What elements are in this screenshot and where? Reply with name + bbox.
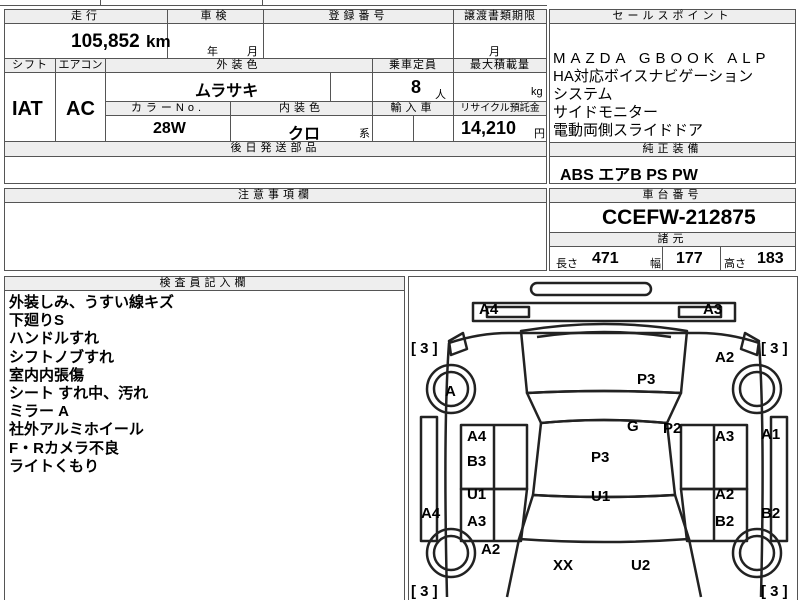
import-label: 輸入車 [372, 102, 453, 116]
transfer-month-unit: 月 [489, 46, 500, 58]
shift-label: シフト [5, 59, 55, 73]
code-left-rear-door-1: U1 [467, 486, 487, 503]
inspection-label: 車検 [167, 10, 263, 24]
chassis-number: CCEFW-212875 [602, 206, 756, 229]
sales-point-lines: MAZDA GBOOK ALP HA対応ボイスナビゲーション システム サイドモ… [553, 50, 771, 140]
code-windshield: G [627, 418, 639, 435]
tire-tread-fr-value: 3 [770, 340, 779, 357]
notes-box: 注意事項欄 [4, 188, 547, 271]
code-right-rocker: B2 [761, 505, 781, 522]
mileage-unit: km [146, 32, 171, 51]
recycle-unit: 円 [534, 128, 545, 140]
tire-tread-rl-value: 3 [420, 583, 429, 600]
color-no-label: カラーNo. [106, 102, 230, 116]
code-interior: U1 [591, 488, 611, 505]
inspector-line: 室内内張傷 [9, 366, 85, 384]
interior-color-suffix: 系 [359, 128, 370, 140]
inspector-line: シート すれ中、汚れ [9, 385, 149, 403]
standard-equipment-value: ABS エアB PS PW [560, 167, 698, 184]
inspector-label: 検査員記入欄 [5, 277, 404, 291]
inspector-line: F・Rカメラ不良 [9, 439, 119, 457]
code-fl-wheel: A [445, 383, 456, 400]
code-right-front-fender: A2 [715, 349, 735, 366]
sales-line: MAZDA GBOOK ALP [553, 50, 771, 67]
later-parts-label: 後日発送部品 [5, 142, 546, 156]
code-left-front-door-2: B3 [467, 453, 487, 470]
code-hood: P3 [637, 371, 656, 388]
inspection-month-unit: 月 [247, 46, 258, 58]
tire-tread-rr-value: 3 [770, 583, 779, 600]
registration-label: 登録番号 [263, 10, 453, 24]
code-left-rear-fender: A2 [481, 541, 501, 558]
recycle-label: リサイクル預託金 [453, 102, 546, 116]
code-right-rear-door-1: A2 [715, 486, 735, 503]
length-label: 長さ [556, 258, 578, 270]
code-front-right: A3 [703, 301, 723, 318]
sales-line: HA対応ボイスナビゲーション [553, 68, 754, 85]
mileage-label: 走行 [5, 10, 167, 24]
height-label: 高さ [724, 258, 746, 270]
recycle-value: 14,210 [461, 118, 517, 138]
capacity-value: 8 [411, 77, 422, 97]
code-right-side-panel: A1 [761, 426, 781, 443]
spec-table: 走行 車検 登録番号 譲渡書類期限 105,852 km 年 月 月 シフト エ… [4, 9, 547, 157]
max-load-unit: kg [531, 86, 543, 98]
color-no-value: 28W [153, 120, 186, 137]
code-roof: P3 [591, 449, 610, 466]
height-value: 183 [757, 250, 784, 267]
sales-line: 電動両側スライドドア [553, 122, 704, 139]
code-left-rocker: A4 [421, 505, 441, 522]
exterior-color-label: 外装色 [105, 59, 372, 73]
width-label: 幅 [650, 258, 661, 270]
mileage-value: 105,852 [71, 31, 140, 52]
chassis-box: 車台番号 CCEFW-212875 諸元 長さ 471 幅 177 高さ 183 [549, 188, 796, 271]
code-right-front-door: A3 [715, 428, 735, 445]
aircon-label: エアコン [55, 59, 105, 73]
tire-tread-rl: [ 3 ] [411, 583, 438, 600]
interior-color-label: 内装色 [230, 102, 372, 116]
code-left-rear-door-2: A3 [467, 513, 487, 530]
tire-tread-rr: [ 3 ] [761, 583, 788, 600]
tire-tread-fl-value: 3 [420, 340, 429, 357]
inspector-box: 検査員記入欄 外装しみ、うすい線キズ 下廻りS ハンドルすれ シフトノブすれ 室… [4, 276, 405, 600]
inspection-year-unit: 年 [207, 46, 218, 58]
sales-line: システム [553, 86, 613, 103]
transfer-deadline-label: 譲渡書類期限 [453, 10, 546, 24]
later-parts-value-area [4, 156, 547, 184]
inspector-line: 下廻りS [9, 312, 65, 330]
capacity-unit: 人 [435, 89, 446, 101]
max-load-label: 最大積載量 [453, 59, 546, 73]
code-left-front-door-1: A4 [467, 428, 487, 445]
code-rear-left: XX [553, 557, 574, 574]
inspector-line: ハンドルすれ [9, 330, 100, 348]
sales-line: サイドモニター [553, 104, 659, 121]
length-value: 471 [592, 250, 619, 267]
inspector-line: 外装しみ、うすい線キズ [9, 294, 175, 311]
shift-value: IAT [12, 98, 43, 120]
code-rear-right: U2 [631, 557, 651, 574]
aircon-value: AC [66, 98, 95, 120]
code-right-rear-door-2: B2 [715, 513, 735, 530]
tire-tread-fr: [ 3 ] [761, 340, 788, 357]
top-partial-row [0, 0, 547, 6]
standard-equipment-label: 純正装備 [550, 143, 795, 157]
sales-point-box: セールスポイント MAZDA GBOOK ALP HA対応ボイスナビゲーション … [549, 9, 796, 184]
sales-point-label: セールスポイント [550, 10, 795, 24]
width-value: 177 [676, 250, 703, 267]
inspector-line: 社外アルミホイール [9, 421, 144, 439]
capacity-label: 乗車定員 [372, 59, 453, 73]
inspector-line: ライトくもり [9, 457, 100, 475]
tire-tread-fl: [ 3 ] [411, 340, 438, 357]
chassis-label: 車台番号 [550, 189, 795, 203]
exterior-color-value: ムラサキ [195, 83, 259, 100]
notes-label: 注意事項欄 [5, 189, 546, 203]
code-right-pillar: P2 [663, 420, 682, 437]
inspector-lines: 外装しみ、うすい線キズ 下廻りS ハンドルすれ シフトノブすれ 室内内張傷 シー… [9, 294, 174, 476]
code-front-left: A4 [479, 301, 499, 318]
dimensions-label: 諸元 [550, 233, 795, 247]
car-diagram: A4 A3 [ 3 ] [ 3 ] A A2 P3 G P2 A4 B3 A3 … [408, 276, 798, 600]
inspector-line: シフトノブすれ [9, 348, 115, 366]
inspector-line: ミラー A [9, 403, 70, 421]
